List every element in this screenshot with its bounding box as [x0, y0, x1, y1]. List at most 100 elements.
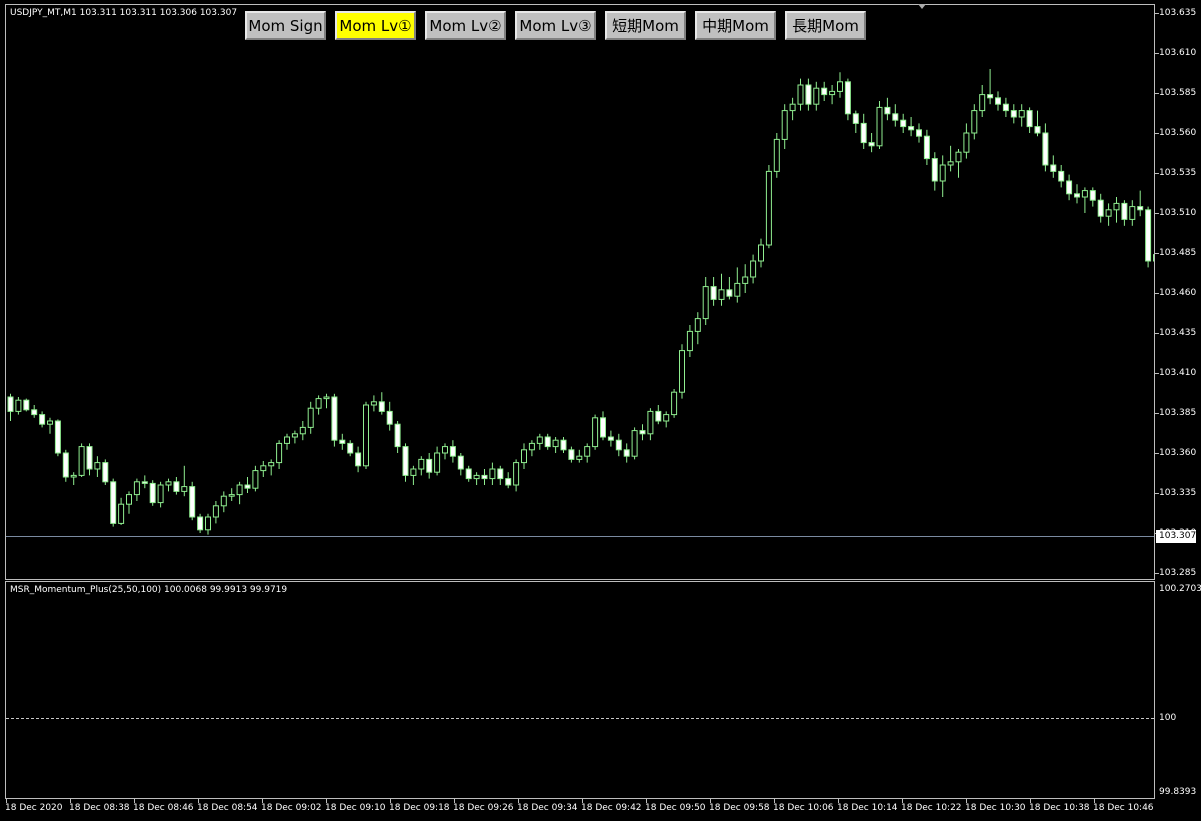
candle [544, 433, 551, 450]
candle-body-bull [434, 452, 441, 473]
candle [197, 513, 204, 533]
time-label: 18 Dec 10:30 [965, 803, 1026, 813]
candle-body-bull [592, 417, 599, 448]
candle [457, 453, 464, 476]
candle [212, 501, 219, 524]
candle [1137, 190, 1144, 217]
candle-body-bull [947, 161, 954, 166]
indicator-info: MSR_Momentum_Plus(25,50,100) 100.0068 99… [10, 585, 288, 595]
candle [323, 393, 330, 409]
candle-body-bull [442, 446, 448, 454]
candle-body-bull [813, 87, 820, 105]
candle [442, 443, 448, 460]
candle-body-bull [513, 462, 520, 486]
candle-body-bull [284, 436, 290, 444]
candle [568, 446, 575, 463]
candle [189, 481, 196, 521]
candle [1153, 254, 1154, 262]
candle [939, 155, 946, 197]
candle [829, 85, 836, 105]
candle [600, 411, 606, 441]
long-term-mom-button[interactable]: 長期Mom [785, 11, 866, 40]
candle [908, 117, 915, 137]
candle-body-bear [1034, 126, 1041, 134]
candle [844, 78, 851, 121]
candle [434, 446, 441, 476]
candle-body-bull [647, 410, 654, 435]
candle-body-bull [489, 468, 496, 480]
candle-body-bear [347, 442, 354, 454]
candle-body-bull [734, 282, 741, 297]
candle-body-bull [260, 465, 267, 472]
time-label: 18 Dec 09:50 [645, 803, 706, 813]
price-label: 103.385 [1159, 408, 1197, 418]
candle [473, 472, 480, 485]
candle-body-bull [521, 449, 527, 464]
mom-lv2-button[interactable]: Mom Lv② [425, 11, 506, 40]
candle-body-bull [410, 468, 417, 476]
candle [402, 443, 409, 482]
candle-body-bear [1074, 193, 1080, 198]
candle [592, 414, 599, 450]
candle-body-bull [829, 90, 836, 96]
candle-body-bear [844, 81, 851, 115]
price-label: 103.360 [1159, 448, 1197, 458]
candle [639, 424, 646, 441]
mid-term-mom-button[interactable]: 中期Mom [695, 11, 776, 40]
candle-body-bull [70, 474, 77, 478]
candle-body-bear [31, 409, 38, 416]
candle [110, 478, 117, 527]
chart-shift-marker[interactable] [918, 4, 926, 9]
candlestick-chart[interactable] [6, 5, 1154, 579]
time-label: 18 Dec 09:18 [389, 803, 450, 813]
candle [900, 113, 907, 133]
candle [971, 104, 978, 140]
candle [623, 443, 630, 463]
current-price-label: 103.307 [1156, 530, 1196, 543]
mom-lv1-button[interactable]: Mom Lv① [335, 11, 416, 40]
candle [165, 478, 172, 492]
candle-body-bull [837, 81, 843, 92]
candle-body-bull [165, 481, 172, 486]
candle [1018, 104, 1025, 127]
candle [765, 165, 772, 249]
candle [386, 401, 393, 431]
candle [410, 465, 417, 485]
candle-body-bull [94, 462, 101, 470]
candle [449, 440, 456, 463]
candle [149, 480, 156, 506]
candle-body-bear [639, 430, 646, 435]
candle-body-bull [212, 505, 219, 518]
candle-body-bear [931, 158, 938, 182]
candle-body-bull [78, 446, 85, 476]
candle-body-bear [62, 452, 69, 478]
candle [1145, 206, 1152, 268]
candle [133, 478, 140, 501]
short-term-mom-button[interactable]: 短期Mom [605, 11, 686, 40]
candle-body-bear [39, 414, 46, 425]
candle-body-bear [655, 410, 662, 422]
candle [521, 443, 527, 469]
candle [955, 149, 962, 178]
candle [489, 462, 496, 485]
candle-body-bull [47, 420, 53, 425]
candle [260, 461, 267, 477]
candle-body-bear [331, 396, 338, 441]
mom-sign-button[interactable]: Mom Sign [245, 11, 326, 40]
time-label: 18 Dec 08:54 [197, 803, 258, 813]
candle [78, 443, 85, 477]
candle-body-bear [386, 410, 393, 425]
candle [355, 446, 362, 473]
mom-lv3-button[interactable]: Mom Lv③ [515, 11, 596, 40]
candle-body-bull [939, 164, 946, 182]
indicator-window[interactable] [5, 581, 1155, 799]
candle [126, 491, 132, 514]
candle [686, 325, 693, 357]
candle-body-bear [426, 458, 433, 473]
indicator-level-label: 100 [1159, 713, 1177, 723]
candle-body-bull [291, 433, 298, 438]
candle-body-bull [631, 430, 638, 457]
candle [23, 398, 30, 412]
candle-body-bull [236, 484, 243, 496]
candle-body-bear [600, 417, 606, 438]
